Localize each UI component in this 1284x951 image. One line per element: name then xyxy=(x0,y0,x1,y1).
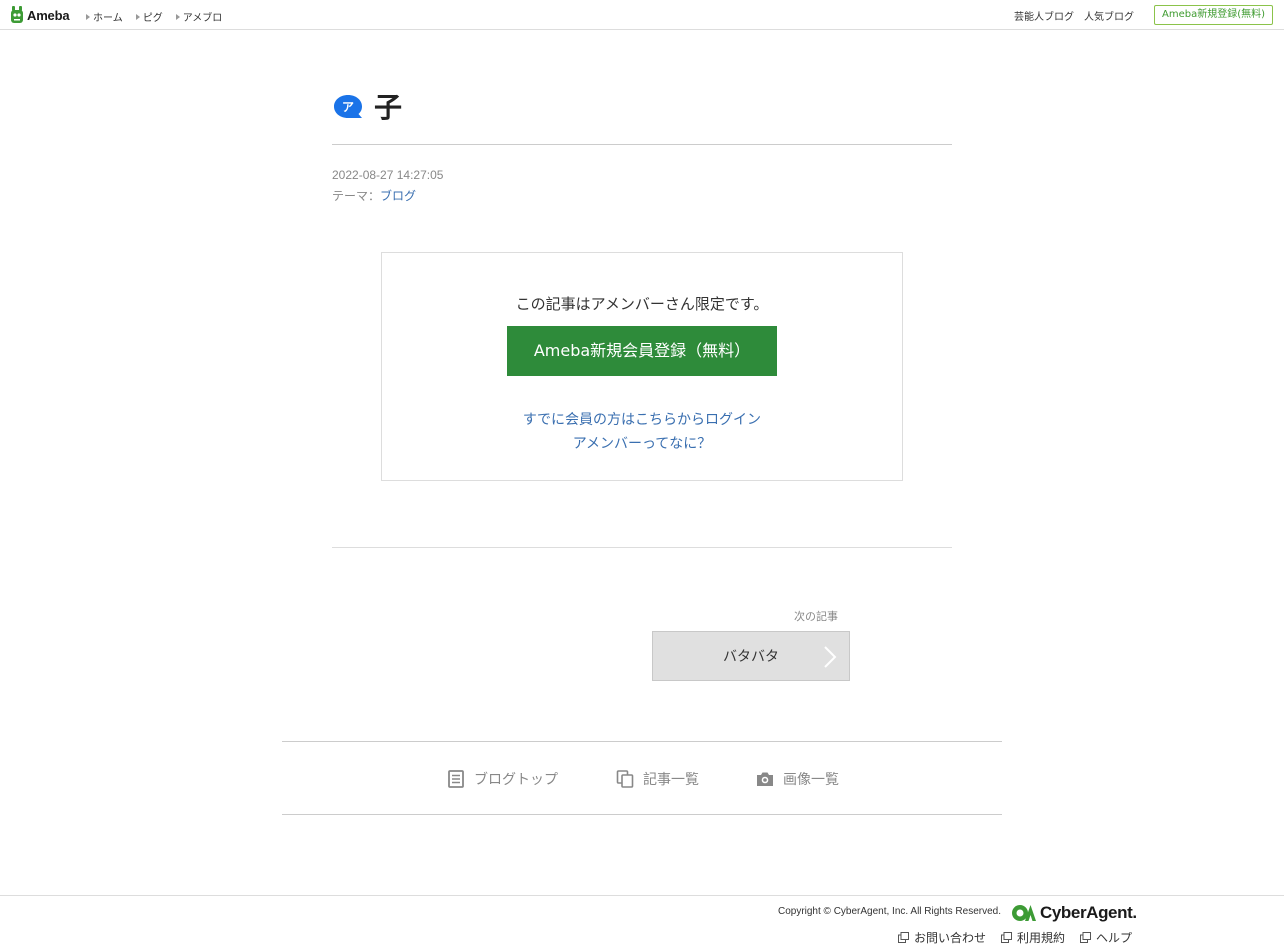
blog-navigation: ブログトップ 記事一覧 画像一覧 xyxy=(282,741,1002,815)
theme-prefix: テーマ： xyxy=(332,189,381,203)
footer-links: お問い合わせ 利用規約 ヘルプ xyxy=(897,929,1132,946)
login-link[interactable]: すでに会員の方はこちらからログイン xyxy=(382,409,902,429)
nav-home-label: ホーム xyxy=(93,13,123,24)
global-nav: ホーム ピグ アメブロ xyxy=(86,9,222,24)
nav-ameblo[interactable]: アメブロ xyxy=(175,9,223,24)
terms-link[interactable]: 利用規約 xyxy=(1000,929,1065,946)
contact-link[interactable]: お問い合わせ xyxy=(897,929,986,946)
popular-blog-link[interactable]: 人気ブログ xyxy=(1084,8,1134,23)
blog-top-link[interactable]: ブログトップ xyxy=(447,768,558,790)
celebrity-blog-link[interactable]: 芸能人ブログ xyxy=(1014,8,1074,23)
ameba-logo[interactable]: Ameba xyxy=(10,6,70,24)
global-header: Ameba ホーム ピグ アメブロ 芸能人ブログ 人気ブログ Ameba新規登録… xyxy=(0,0,1284,30)
logo-text: Ameba xyxy=(27,7,70,23)
triangle-icon xyxy=(86,13,90,20)
blog-top-label: ブログトップ xyxy=(474,772,558,788)
cyberagent-logo: CyberAgent. xyxy=(1011,902,1137,924)
image-list-link[interactable]: 画像一覧 xyxy=(756,768,839,790)
triangle-icon xyxy=(175,13,180,20)
external-link-icon xyxy=(1079,932,1091,943)
header-signup-button[interactable]: Ameba新規登録(無料) xyxy=(1153,5,1273,25)
help-label: ヘルプ xyxy=(1095,931,1132,945)
contact-label: お問い合わせ xyxy=(913,931,986,945)
header-right-links: 芸能人ブログ 人気ブログ xyxy=(1014,8,1134,23)
next-article-label: 次の記事 xyxy=(794,610,838,623)
terms-label: 利用規約 xyxy=(1016,931,1065,945)
amember-only-message: この記事はアメンバーさん限定です。 xyxy=(515,295,769,313)
article-title: 子 xyxy=(374,91,403,124)
triangle-icon xyxy=(135,13,140,20)
what-is-amember-link[interactable]: アメンバーってなに？ xyxy=(382,433,902,453)
article-list-label: 記事一覧 xyxy=(643,772,699,788)
nav-home[interactable]: ホーム xyxy=(86,9,123,24)
cyberagent-mark-icon xyxy=(1012,905,1036,921)
signup-button[interactable]: Ameba新規会員登録（無料） xyxy=(507,326,777,376)
next-article-button[interactable]: バタバタ xyxy=(652,631,850,681)
nav-ameblo-label: アメブロ xyxy=(182,13,223,24)
external-link-icon xyxy=(1000,932,1012,943)
copy-icon xyxy=(616,770,634,788)
nav-pigg-label: ピグ xyxy=(142,13,163,24)
svg-text:ア: ア xyxy=(342,100,354,114)
copyright: Copyright © CyberAgent, Inc. All Rights … xyxy=(777,906,1001,917)
cyberagent-brand-text: CyberAgent. xyxy=(1040,903,1137,922)
ameba-mascot-icon xyxy=(11,6,23,23)
camera-icon xyxy=(757,772,773,786)
article-theme: テーマ：ブログ xyxy=(332,186,443,207)
image-list-label: 画像一覧 xyxy=(783,772,839,788)
article-date: 2022-08-27 14:27:05 xyxy=(332,168,444,182)
nav-pigg[interactable]: ピグ xyxy=(135,9,163,24)
theme-link[interactable]: ブログ xyxy=(380,189,416,203)
article-list-link[interactable]: 記事一覧 xyxy=(616,768,699,790)
next-article-title: バタバタ xyxy=(723,649,779,665)
help-link[interactable]: ヘルプ xyxy=(1079,929,1132,946)
article-meta: 2022-08-27 14:27:05 テーマ：ブログ xyxy=(332,165,443,207)
document-icon xyxy=(448,770,464,788)
article-header: ア 子 xyxy=(332,90,952,145)
amember-icon: ア xyxy=(334,95,362,118)
external-link-icon xyxy=(897,932,909,943)
footer: Copyright © CyberAgent, Inc. All Rights … xyxy=(0,895,1284,951)
divider xyxy=(332,547,952,548)
chevron-right-icon xyxy=(824,646,837,668)
amember-only-box: この記事はアメンバーさん限定です。 Ameba新規会員登録（無料） すでに会員の… xyxy=(381,252,903,481)
